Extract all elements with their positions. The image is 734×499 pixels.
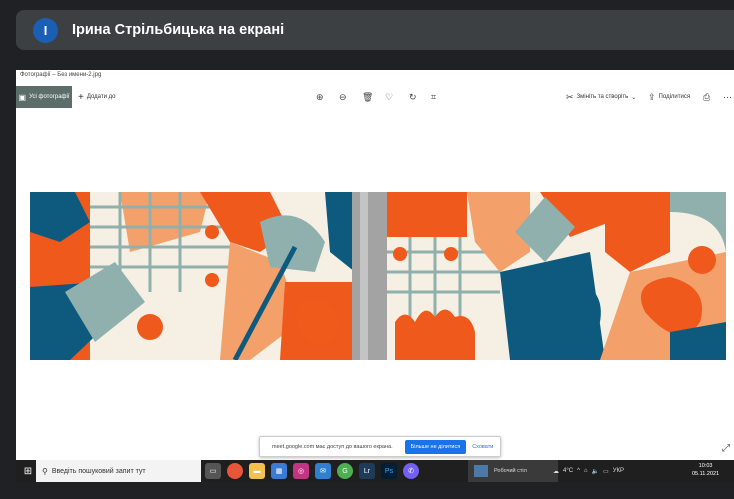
presenter-title: Ірина Стрільбицька на екрані xyxy=(72,22,285,38)
stop-sharing-button[interactable]: Більше не ділитися xyxy=(404,439,467,454)
add-to-label: Додати до xyxy=(86,94,116,100)
share-message: meet.google.com має доступ до вашого екр… xyxy=(272,443,393,450)
photo-artwork xyxy=(30,192,726,360)
crop-button[interactable]: ⌗ xyxy=(431,86,436,108)
volume-icon[interactable]: 🔈 xyxy=(592,468,599,475)
plus-icon: + xyxy=(78,91,84,103)
more-button[interactable]: ⋯ xyxy=(723,86,732,108)
window-title: Фотографії – Без имени-2.jpg xyxy=(20,72,102,78)
share-label: Поділитися xyxy=(658,94,691,100)
viber-icon[interactable]: ✆ xyxy=(403,463,419,479)
google-chrome-icon[interactable]: G xyxy=(337,463,353,479)
rotate-button[interactable]: ↻ xyxy=(409,86,417,108)
favorite-button[interactable]: ♡ xyxy=(385,86,393,108)
date: 05.11.2021 xyxy=(692,471,720,477)
all-photos-button[interactable]: ▣ Усі фотографії xyxy=(16,86,72,108)
more-icon: ⋯ xyxy=(723,91,732,102)
zoom-out-icon: ⊖ xyxy=(339,91,347,102)
desktop-thumbnail-icon xyxy=(474,465,488,477)
battery-icon[interactable]: ▭ xyxy=(603,468,609,475)
screen-share-bar: meet.google.com має доступ до вашого екр… xyxy=(259,436,501,457)
delete-button[interactable]: 🗑 xyxy=(362,86,373,108)
photoshop-icon[interactable]: Ps xyxy=(381,463,397,479)
desktop-preview[interactable]: Робочий стіл xyxy=(468,460,558,482)
start-button[interactable]: ⊞ xyxy=(20,463,36,479)
taskbar-apps: ▭ ▬ ▦ ◎ ✉ G Lr Ps ✆ xyxy=(205,463,419,479)
chevron-up-icon[interactable]: ^ xyxy=(577,468,580,474)
windows-icon: ⊞ xyxy=(23,465,33,477)
delete-icon: 🗑 xyxy=(362,91,374,102)
weather-icon[interactable]: ☁ xyxy=(553,468,559,475)
expand-icon[interactable]: ⤢ xyxy=(722,443,730,454)
favorite-icon: ♡ xyxy=(385,91,394,102)
edit-icon: ✂ xyxy=(566,91,574,102)
taskbar-search[interactable]: ⚲ Введіть пошуковий запит тут xyxy=(36,460,201,482)
chrome-app-icon[interactable] xyxy=(227,463,243,479)
chevron-down-icon: ⌄ xyxy=(631,94,637,101)
rotate-icon: ↻ xyxy=(409,91,417,102)
lightroom-icon[interactable]: Lr xyxy=(359,463,375,479)
shared-screen: Фотографії – Без имени-2.jpg ▣ Усі фотог… xyxy=(16,70,734,460)
zoom-in-button[interactable]: ⊕ xyxy=(316,86,324,108)
print-button[interactable]: ⎙ xyxy=(703,86,710,108)
hide-button[interactable]: Сховати xyxy=(472,444,493,450)
mail-icon[interactable]: ✉ xyxy=(315,463,331,479)
language[interactable]: УКР xyxy=(613,468,624,474)
clock[interactable]: 10:03 05.11.2021 xyxy=(692,462,719,478)
time: 10:03 xyxy=(698,463,713,469)
file-explorer-icon[interactable]: ▬ xyxy=(249,463,265,479)
avatar: І xyxy=(33,17,58,43)
search-placeholder: Введіть пошуковий запит тут xyxy=(51,467,146,475)
instagram-icon[interactable]: ◎ xyxy=(293,463,309,479)
edit-create-label: Змініть та створіть xyxy=(576,94,629,100)
photos-icon: ▣ xyxy=(18,92,27,102)
crop-icon: ⌗ xyxy=(431,91,437,102)
system-tray: ☁ 4°C ^ ⌂ 🔈 ▭ УКР xyxy=(553,460,624,482)
presenting-banner: І Ірина Стрільбицька на екрані xyxy=(16,10,734,50)
temperature: 4°C xyxy=(563,468,574,474)
add-to-button[interactable]: + Додати до xyxy=(78,86,116,108)
share-icon: ⇪ xyxy=(648,91,656,102)
print-icon: ⎙ xyxy=(703,91,711,102)
share-button[interactable]: ⇪ Поділитися xyxy=(648,86,690,108)
network-icon[interactable]: ⌂ xyxy=(584,468,588,474)
store-icon[interactable]: ▦ xyxy=(271,463,287,479)
edit-create-button[interactable]: ✂ Змініть та створіть ⌄ xyxy=(566,86,636,108)
zoom-in-icon: ⊕ xyxy=(316,91,324,102)
all-photos-label: Усі фотографії xyxy=(29,94,70,100)
task-view-icon[interactable]: ▭ xyxy=(205,463,221,479)
zoom-out-button[interactable]: ⊖ xyxy=(339,86,347,108)
search-icon: ⚲ xyxy=(42,466,48,476)
desktop-label: Робочий стіл xyxy=(494,468,527,474)
taskbar: ⊞ ⚲ Введіть пошуковий запит тут ▭ ▬ ▦ ◎ … xyxy=(16,460,734,482)
